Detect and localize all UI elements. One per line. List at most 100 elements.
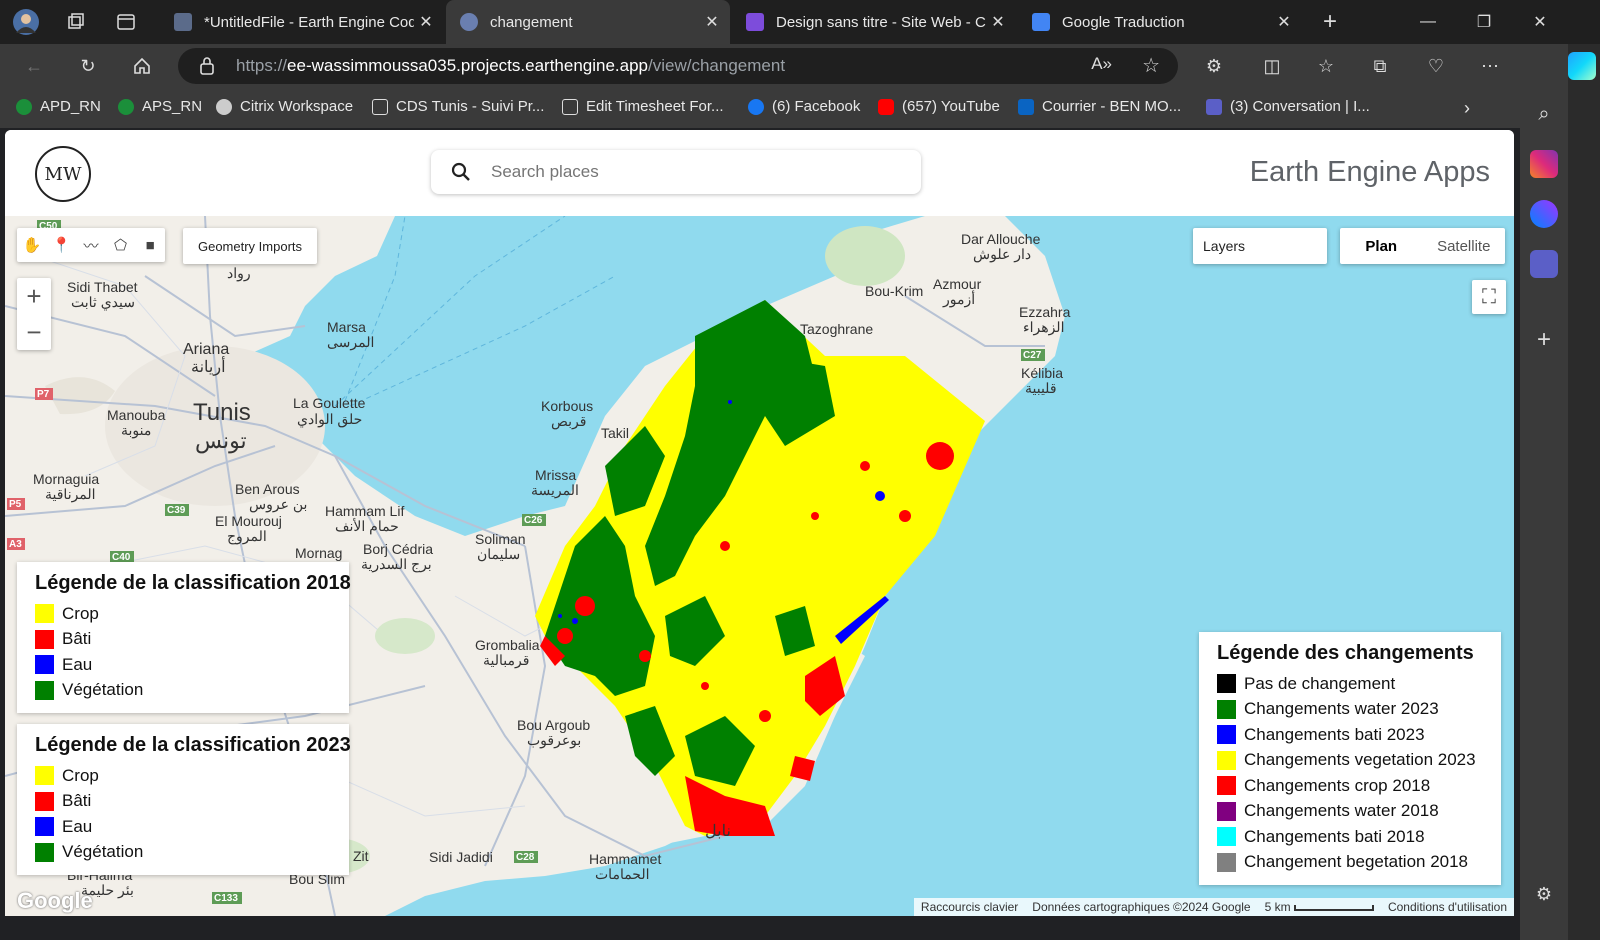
more-menu-icon[interactable]: ⋯ xyxy=(1476,52,1504,80)
sidebar-settings-gear-icon[interactable]: ⚙ xyxy=(1530,880,1558,908)
legend-item: Crop xyxy=(35,763,331,789)
instagram-icon[interactable] xyxy=(1530,150,1558,178)
close-tab-icon[interactable]: ✕ xyxy=(986,12,1010,32)
satellite-map-button[interactable]: Satellite xyxy=(1423,228,1506,264)
page-icon xyxy=(372,98,388,115)
tab-canva[interactable]: Design sans titre - Site Web - Canva ✕ xyxy=(732,0,1016,44)
road-label: C26 xyxy=(524,515,543,526)
profile-avatar[interactable] xyxy=(12,8,40,36)
minimize-icon[interactable]: — xyxy=(1400,0,1456,44)
keyboard-shortcuts-link[interactable]: Raccourcis clavier xyxy=(914,900,1025,914)
terms-link[interactable]: Conditions d'utilisation xyxy=(1381,900,1514,914)
point-marker-icon[interactable]: 📍 xyxy=(50,234,72,256)
address-bar[interactable]: https://ee-wassimmoussa035.projects.eart… xyxy=(178,48,1178,84)
tab-google-traduction[interactable]: Google Traduction ✕ xyxy=(1018,0,1302,44)
close-tab-icon[interactable]: ✕ xyxy=(414,12,438,32)
legend-swatch xyxy=(1217,699,1236,719)
new-tab-icon[interactable]: + xyxy=(1316,8,1344,36)
home-icon[interactable] xyxy=(128,52,156,80)
fullscreen-icon[interactable]: ⛶ xyxy=(1472,280,1506,314)
legend-swatch xyxy=(35,791,54,811)
map-label: سليمان xyxy=(477,546,520,562)
legend-item: Bâti xyxy=(35,789,331,815)
restore-icon[interactable]: ❐ xyxy=(1456,0,1512,44)
map-canvas[interactable]: P7 C39 C26 C27 C28 C133 A3 C40 P5 C50 Si… xyxy=(5,216,1514,916)
copilot-icon[interactable] xyxy=(1568,52,1596,80)
map-label: Ben Arous xyxy=(235,481,300,497)
url-scheme: https:// xyxy=(236,56,288,75)
search-places-box[interactable] xyxy=(431,150,921,194)
close-tab-icon[interactable]: ✕ xyxy=(700,12,724,32)
bookmark-cds-tunis[interactable]: CDS Tunis - Suivi Pr... xyxy=(372,98,544,115)
earth-engine-apps-title: Earth Engine Apps xyxy=(1249,156,1490,188)
bookmark-timesheet[interactable]: Edit Timesheet For... xyxy=(562,98,724,115)
pan-hand-icon[interactable]: ✋ xyxy=(21,234,43,256)
scale-bar: 5 km xyxy=(1258,900,1381,914)
tab-actions-icon[interactable] xyxy=(112,8,140,36)
tab-changement[interactable]: changement ✕ xyxy=(446,0,730,44)
draw-polygon-icon[interactable]: ⬠ xyxy=(110,234,132,256)
map-label: Sidi Thabet xyxy=(67,279,138,295)
geometry-imports-button[interactable]: Geometry Imports xyxy=(183,228,317,264)
layers-button[interactable]: Layers xyxy=(1193,228,1327,264)
bookmark-facebook[interactable]: (6) Facebook xyxy=(748,98,860,115)
close-tab-icon[interactable]: ✕ xyxy=(1272,12,1296,32)
lock-icon[interactable] xyxy=(198,56,216,81)
map-label: Kélibia xyxy=(1021,365,1063,381)
tab-earth-engine-code[interactable]: *UntitledFile - Earth Engine Code ✕ xyxy=(160,0,444,44)
close-window-icon[interactable]: ✕ xyxy=(1512,0,1568,44)
collections-icon[interactable]: ⧉ xyxy=(1366,52,1394,80)
search-places-input[interactable] xyxy=(489,161,869,183)
bookmark-citrix[interactable]: Citrix Workspace xyxy=(216,98,353,115)
bookmarks-more-chevron-icon[interactable]: › xyxy=(1464,98,1470,119)
app-logo[interactable]: MW xyxy=(35,146,91,202)
split-screen-icon[interactable]: ◫ xyxy=(1258,52,1286,80)
favorites-icon[interactable]: ☆ xyxy=(1312,52,1340,80)
teams-icon xyxy=(1206,98,1222,115)
url-host: ee-wassimmoussa035.projects.earthengine.… xyxy=(287,56,649,75)
map-label: Hammamet xyxy=(589,851,661,867)
read-aloud-icon[interactable]: A» xyxy=(1091,54,1112,74)
bookmark-courrier[interactable]: Courrier - BEN MO... xyxy=(1018,98,1181,115)
legend-swatch xyxy=(35,680,54,700)
road-label: C39 xyxy=(167,505,186,516)
legend-swatch xyxy=(35,629,54,649)
bookmark-youtube[interactable]: (657) YouTube xyxy=(878,98,1000,115)
refresh-icon[interactable]: ↻ xyxy=(74,52,102,80)
zoom-out-button[interactable]: − xyxy=(17,314,51,350)
map-label: Mornag xyxy=(295,545,342,561)
favorite-star-icon[interactable]: ☆ xyxy=(1142,53,1160,78)
map-label: Dar Allouche xyxy=(961,231,1041,247)
legend-2023: Légende de la classification 2023 Crop B… xyxy=(17,724,351,875)
legend-item: Eau xyxy=(35,652,331,678)
plan-map-button[interactable]: Plan xyxy=(1340,228,1423,264)
draw-line-icon[interactable]: 〰 xyxy=(80,234,102,256)
legend-item: Changements water 2018 xyxy=(1217,799,1483,825)
map-label: Bou-Krim xyxy=(865,283,923,299)
browser-essentials-icon[interactable]: ♡ xyxy=(1422,52,1450,80)
draw-rectangle-icon[interactable]: ■ xyxy=(139,234,161,256)
back-icon[interactable]: ← xyxy=(20,52,48,80)
road-label: C133 xyxy=(214,893,238,904)
zoom-in-button[interactable]: + xyxy=(17,278,51,314)
map-type-toggle: Plan Satellite xyxy=(1340,228,1505,264)
map-label: Azmour xyxy=(933,276,982,292)
facebook-icon xyxy=(748,98,764,115)
bookmark-apd-rn[interactable]: APD_RN xyxy=(16,98,101,115)
messenger-icon[interactable] xyxy=(1530,200,1558,228)
bookmark-aps-rn[interactable]: APS_RN xyxy=(118,98,202,115)
map-label: أريانة xyxy=(191,356,226,376)
workspaces-icon[interactable] xyxy=(62,8,90,36)
legend-2023-title: Légende de la classification 2023 xyxy=(35,734,351,756)
map-label: Grombalia xyxy=(475,637,540,653)
bookmark-teams[interactable]: (3) Conversation | I... xyxy=(1206,98,1370,115)
search-icon[interactable]: ⌕ xyxy=(1530,100,1558,128)
app-header: MW Earth Engine Apps xyxy=(5,130,1514,216)
copilot-strip xyxy=(1568,44,1600,940)
teams-icon[interactable] xyxy=(1530,250,1558,278)
map-label: المرناقية xyxy=(45,486,96,503)
legend-swatch xyxy=(35,655,54,675)
map-label: Ariana xyxy=(183,341,229,358)
add-sidebar-app-icon[interactable]: + xyxy=(1530,326,1558,354)
extensions-icon[interactable]: ⚙ xyxy=(1200,52,1228,80)
